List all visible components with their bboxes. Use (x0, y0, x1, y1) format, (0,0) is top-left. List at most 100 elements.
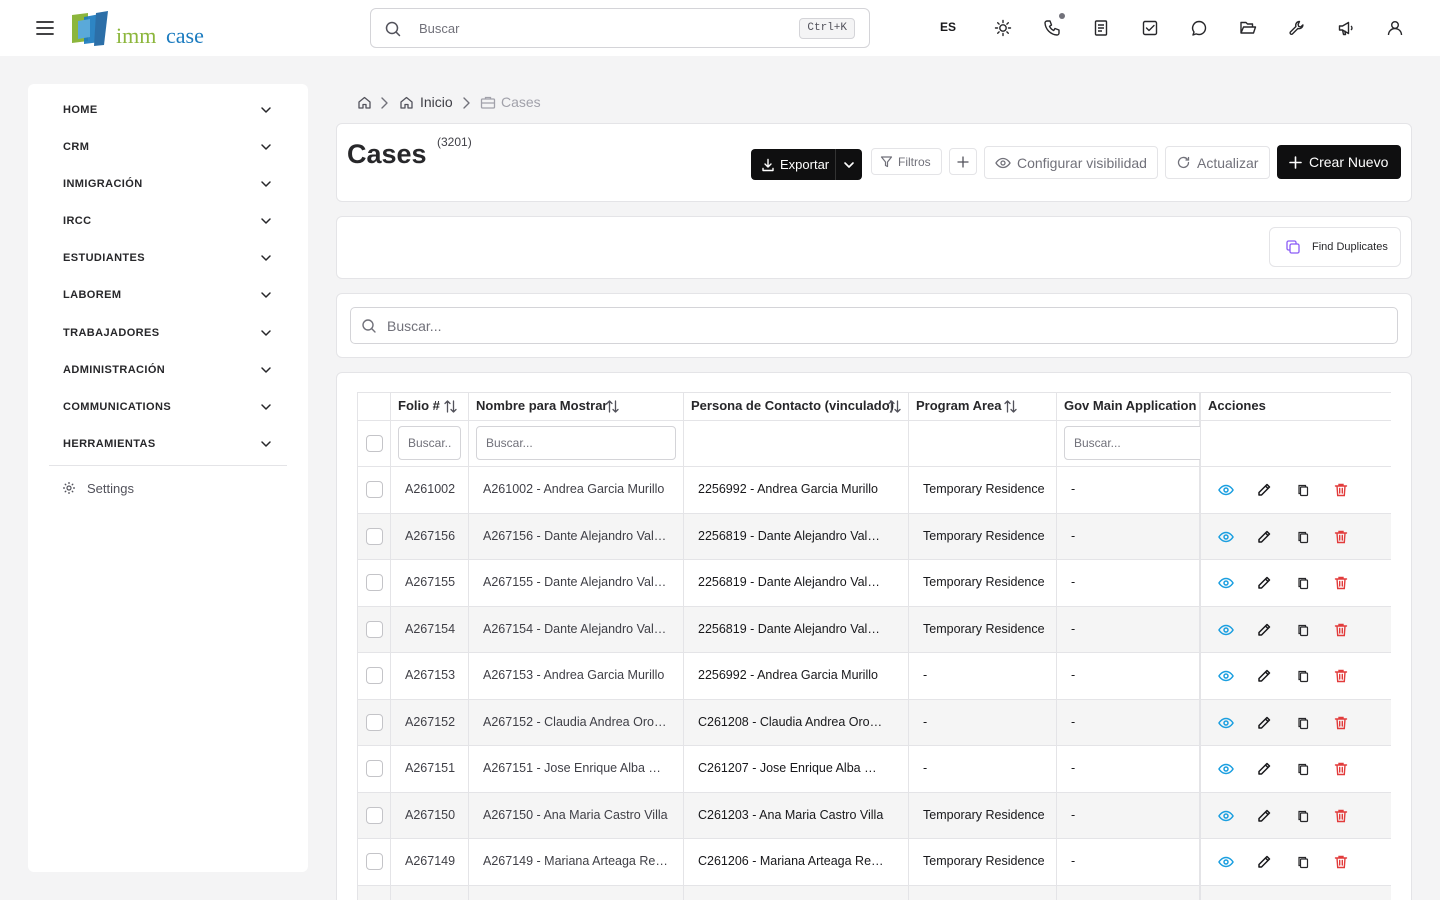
sidebar-item-estudiantes[interactable]: ESTUDIANTES (48, 240, 288, 276)
copy-icon[interactable] (1293, 852, 1313, 872)
sidebar-item-laborem[interactable]: LABOREM (48, 277, 288, 313)
delete-trash-icon[interactable] (1331, 852, 1351, 872)
table-row[interactable] (358, 885, 1391, 900)
app-logo[interactable]: imm case (70, 11, 210, 48)
view-eye-icon[interactable] (1216, 806, 1236, 826)
find-duplicates-button[interactable]: Find Duplicates (1269, 227, 1401, 267)
row-checkbox[interactable] (366, 853, 383, 870)
edit-pencil-icon[interactable] (1254, 713, 1274, 733)
column-header-contact-person[interactable]: Persona de Contacto (vinculado) (684, 393, 909, 421)
sidebar-item-inmigracion[interactable]: INMIGRACIÓN (48, 166, 288, 202)
table-row[interactable]: A267153 A267153 - Andrea Garcia Murillo 22… (358, 653, 1391, 700)
row-checkbox[interactable] (366, 574, 383, 591)
copy-icon[interactable] (1293, 480, 1313, 500)
hamburger-menu-icon[interactable] (34, 17, 56, 39)
row-checkbox[interactable] (366, 527, 383, 545)
sidebar-item-herramientas[interactable]: HERRAMIENTAS (48, 426, 288, 462)
megaphone-icon[interactable] (1335, 17, 1357, 39)
view-eye-icon[interactable] (1216, 480, 1236, 500)
filter-input-gov[interactable] (1064, 426, 1214, 460)
cell-contact-person[interactable]: C261208 - Claudia Andrea Orozco (684, 699, 909, 746)
cell-contact-person[interactable]: 2256819 - Dante Alejandro Valdez (684, 513, 909, 560)
edit-pencil-icon[interactable] (1254, 759, 1274, 779)
edit-pencil-icon[interactable] (1254, 852, 1274, 872)
row-checkbox[interactable] (366, 481, 383, 498)
row-checkbox[interactable] (366, 806, 383, 824)
copy-icon[interactable] (1293, 620, 1313, 640)
copy-icon[interactable] (1293, 806, 1313, 826)
view-eye-icon[interactable] (1216, 573, 1236, 593)
language-selector[interactable]: ES (940, 20, 956, 34)
cell-contact-person[interactable]: C261203 - Ana Maria Castro Villa (684, 792, 909, 839)
row-checkbox[interactable] (366, 620, 383, 638)
table-row[interactable]: A267155 A267155 - Dante Alejandro Valdez 2… (358, 560, 1391, 607)
sort-icon[interactable] (887, 399, 902, 414)
delete-trash-icon[interactable] (1331, 480, 1351, 500)
column-header-display-name[interactable]: Nombre para Mostrar (469, 393, 684, 421)
global-search-input[interactable] (419, 18, 779, 38)
export-button[interactable]: Exportar (751, 149, 835, 180)
notes-icon[interactable] (1090, 17, 1112, 39)
edit-pencil-icon[interactable] (1254, 620, 1274, 640)
edit-pencil-icon[interactable] (1254, 527, 1274, 547)
delete-trash-icon[interactable] (1331, 573, 1351, 593)
sidebar-item-settings[interactable]: Settings (62, 478, 262, 498)
table-row[interactable]: A267154 A267154 - Dante Alejandro Valdez 2… (358, 606, 1391, 653)
copy-icon[interactable] (1293, 573, 1313, 593)
delete-trash-icon[interactable] (1331, 620, 1351, 640)
view-eye-icon[interactable] (1216, 759, 1236, 779)
table-row[interactable]: A267150 A267150 - Ana Maria Castro Villa C… (358, 792, 1391, 839)
wrench-icon[interactable] (1286, 17, 1308, 39)
edit-pencil-icon[interactable] (1254, 666, 1274, 686)
sidebar-item-communications[interactable]: COMMUNICATIONS (48, 389, 288, 425)
copy-icon[interactable] (1293, 666, 1313, 686)
cell-contact-person[interactable] (684, 885, 909, 900)
column-header-folio[interactable]: Folio # (391, 393, 469, 421)
sidebar-item-home[interactable]: HOME (48, 92, 288, 128)
table-row[interactable]: A261002 A261002 - Andrea Garcia Murillo 22… (358, 467, 1391, 514)
select-all-checkbox[interactable] (366, 435, 383, 452)
delete-trash-icon[interactable] (1331, 527, 1351, 547)
sidebar-item-crm[interactable]: CRM (48, 129, 288, 165)
sidebar-item-ircc[interactable]: IRCC (48, 203, 288, 239)
cell-contact-person[interactable]: 2256819 - Dante Alejandro Valdez (684, 560, 909, 606)
records-search-input[interactable] (387, 316, 1287, 336)
cell-contact-person[interactable]: 2256992 - Andrea Garcia Murillo (684, 653, 909, 699)
global-search[interactable]: Ctrl+K (370, 8, 870, 48)
view-eye-icon[interactable] (1216, 852, 1236, 872)
row-checkbox[interactable] (366, 760, 383, 777)
view-eye-icon[interactable] (1216, 620, 1236, 640)
table-row[interactable]: A267151 A267151 - Jose Enrique Alba Uribe… (358, 746, 1391, 793)
table-row[interactable]: A267156 A267156 - Dante Alejandro Valdez 2… (358, 513, 1391, 560)
delete-trash-icon[interactable] (1331, 666, 1351, 686)
edit-pencil-icon[interactable] (1254, 573, 1274, 593)
configure-visibility-button[interactable]: Configurar visibilidad (984, 146, 1158, 179)
export-dropdown-button[interactable] (835, 149, 862, 180)
table-row[interactable]: A267152 A267152 - Claudia Andrea Orozco C2… (358, 699, 1391, 746)
cell-contact-person[interactable]: C261207 - Jose Enrique Alba Uribe (684, 746, 909, 792)
sidebar-item-trabajadores[interactable]: TRABAJADORES (48, 315, 288, 351)
records-search[interactable] (350, 307, 1398, 344)
filters-button[interactable]: Filtros (871, 148, 942, 175)
column-header-program-area[interactable]: Program Area (909, 393, 1057, 421)
task-check-icon[interactable] (1139, 17, 1161, 39)
chat-icon[interactable] (1188, 17, 1210, 39)
view-eye-icon[interactable] (1216, 713, 1236, 733)
row-checkbox[interactable] (366, 667, 383, 684)
sort-icon[interactable] (605, 399, 620, 414)
folder-icon[interactable] (1237, 17, 1259, 39)
column-header-gov-application[interactable]: Gov Main Application Number (1057, 393, 1200, 421)
phone-icon[interactable] (1041, 17, 1063, 39)
sun-icon[interactable] (992, 17, 1014, 39)
delete-trash-icon[interactable] (1331, 759, 1351, 779)
home-icon[interactable] (357, 95, 372, 110)
edit-pencil-icon[interactable] (1254, 806, 1274, 826)
cell-contact-person[interactable]: C261206 - Mariana Arteaga Reyes (684, 839, 909, 885)
copy-icon[interactable] (1293, 759, 1313, 779)
filter-input-folio[interactable] (398, 426, 461, 460)
copy-icon[interactable] (1293, 527, 1313, 547)
breadcrumb-home-link[interactable]: Inicio (420, 94, 453, 110)
add-filter-button[interactable] (949, 148, 977, 175)
refresh-button[interactable]: Actualizar (1165, 146, 1270, 179)
view-eye-icon[interactable] (1216, 527, 1236, 547)
